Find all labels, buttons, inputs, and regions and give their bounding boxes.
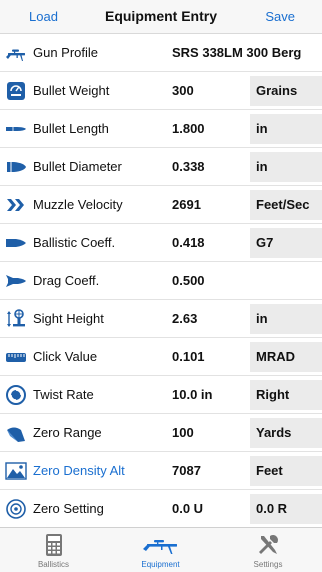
twist-icon <box>5 384 27 406</box>
twist-rate-value[interactable]: 10.0 in <box>172 387 212 402</box>
calculator-icon <box>0 533 107 557</box>
row-bullet-weight[interactable]: Bullet Weight 300 Grains <box>0 72 322 110</box>
sight-height-value[interactable]: 2.63 <box>172 311 197 326</box>
bullet-weight-label: Bullet Weight <box>33 83 110 98</box>
sight-height-label: Sight Height <box>33 311 104 326</box>
save-button[interactable]: Save <box>265 9 295 24</box>
drag-bullet-icon <box>5 270 27 292</box>
sight-height-unit[interactable]: in <box>250 304 322 334</box>
zero-setting-label: Zero Setting <box>33 501 104 516</box>
bullet-length-value[interactable]: 1.800 <box>172 121 205 136</box>
ballistic-coeff-label: Ballistic Coeff. <box>33 235 116 250</box>
row-zero-range[interactable]: Zero Range 100 Yards <box>0 414 322 452</box>
scale-icon <box>5 80 27 102</box>
bullet-profile-icon <box>5 232 27 254</box>
equipment-list: Gun Profile SRS 338LM 300 Berg Bullet We… <box>0 34 322 528</box>
twist-rate-label: Twist Rate <box>33 387 94 402</box>
bullet-diameter-label: Bullet Diameter <box>33 159 122 174</box>
muzzle-velocity-label: Muzzle Velocity <box>33 197 123 212</box>
row-bullet-length[interactable]: Bullet Length 1.800 in <box>0 110 322 148</box>
tab-ballistics[interactable]: Ballistics <box>0 528 107 572</box>
zero-density-alt-unit[interactable]: Feet <box>250 456 322 486</box>
zero-range-icon <box>5 422 27 444</box>
zero-setting-unit[interactable]: 0.0 R <box>250 494 322 524</box>
row-click-value[interactable]: Click Value 0.101 MRAD <box>0 338 322 376</box>
row-zero-density-alt[interactable]: Zero Density Alt 7087 Feet <box>0 452 322 490</box>
click-value-label: Click Value <box>33 349 98 364</box>
zero-range-value[interactable]: 100 <box>172 425 194 440</box>
zero-setting-value[interactable]: 0.0 U <box>172 501 203 516</box>
scope-icon <box>5 308 27 330</box>
row-muzzle-velocity[interactable]: Muzzle Velocity 2691 Feet/Sec <box>0 186 322 224</box>
muzzle-velocity-unit[interactable]: Feet/Sec <box>250 190 322 220</box>
tab-settings-label: Settings <box>253 560 283 569</box>
row-bullet-diameter[interactable]: Bullet Diameter 0.338 in <box>0 148 322 186</box>
rifle-icon <box>5 42 27 64</box>
bullet-length-icon <box>5 118 27 140</box>
tab-bar: Ballistics Equipment Settings <box>0 527 322 572</box>
muzzle-velocity-value[interactable]: 2691 <box>172 197 201 212</box>
row-zero-setting[interactable]: Zero Setting 0.0 U 0.0 R <box>0 490 322 528</box>
zero-range-unit[interactable]: Yards <box>250 418 322 448</box>
row-twist-rate[interactable]: Twist Rate 10.0 in Right <box>0 376 322 414</box>
drag-coeff-label: Drag Coeff. <box>33 273 100 288</box>
row-ballistic-coeff[interactable]: Ballistic Coeff. 0.418 G7 <box>0 224 322 262</box>
zero-setting-icon <box>5 498 27 520</box>
ballistic-coeff-value[interactable]: 0.418 <box>172 235 205 250</box>
row-drag-coeff[interactable]: Drag Coeff. 0.500 <box>0 262 322 300</box>
gun-profile-value[interactable]: SRS 338LM 300 Berg <box>172 45 301 60</box>
velocity-chevrons-icon <box>5 194 27 216</box>
bullet-length-label: Bullet Length <box>33 121 109 136</box>
ballistic-coeff-unit[interactable]: G7 <box>250 228 322 258</box>
bullet-diameter-icon <box>5 156 27 178</box>
rifle-icon <box>107 533 214 557</box>
bullet-diameter-unit[interactable]: in <box>250 152 322 182</box>
zero-density-alt-value[interactable]: 7087 <box>172 463 201 478</box>
tools-icon <box>214 533 322 557</box>
row-sight-height[interactable]: Sight Height 2.63 in <box>0 300 322 338</box>
click-value-unit[interactable]: MRAD <box>250 342 322 372</box>
density-altitude-icon <box>5 460 27 482</box>
row-gun-profile[interactable]: Gun Profile SRS 338LM 300 Berg <box>0 34 322 72</box>
bullet-weight-value[interactable]: 300 <box>172 83 194 98</box>
zero-range-label: Zero Range <box>33 425 102 440</box>
bullet-length-unit[interactable]: in <box>250 114 322 144</box>
click-value-value[interactable]: 0.101 <box>172 349 205 364</box>
tab-equipment-label: Equipment <box>141 560 180 569</box>
drag-coeff-value[interactable]: 0.500 <box>172 273 205 288</box>
tab-equipment[interactable]: Equipment <box>107 528 214 572</box>
turret-icon <box>5 346 27 368</box>
tab-settings[interactable]: Settings <box>214 528 322 572</box>
tab-ballistics-label: Ballistics <box>37 560 70 569</box>
twist-rate-unit[interactable]: Right <box>250 380 322 410</box>
bullet-diameter-value[interactable]: 0.338 <box>172 159 205 174</box>
bullet-weight-unit[interactable]: Grains <box>250 76 322 106</box>
gun-profile-label: Gun Profile <box>33 45 99 60</box>
zero-density-alt-label[interactable]: Zero Density Alt <box>33 463 125 478</box>
navigation-bar: Load Equipment Entry Save <box>0 0 322 34</box>
